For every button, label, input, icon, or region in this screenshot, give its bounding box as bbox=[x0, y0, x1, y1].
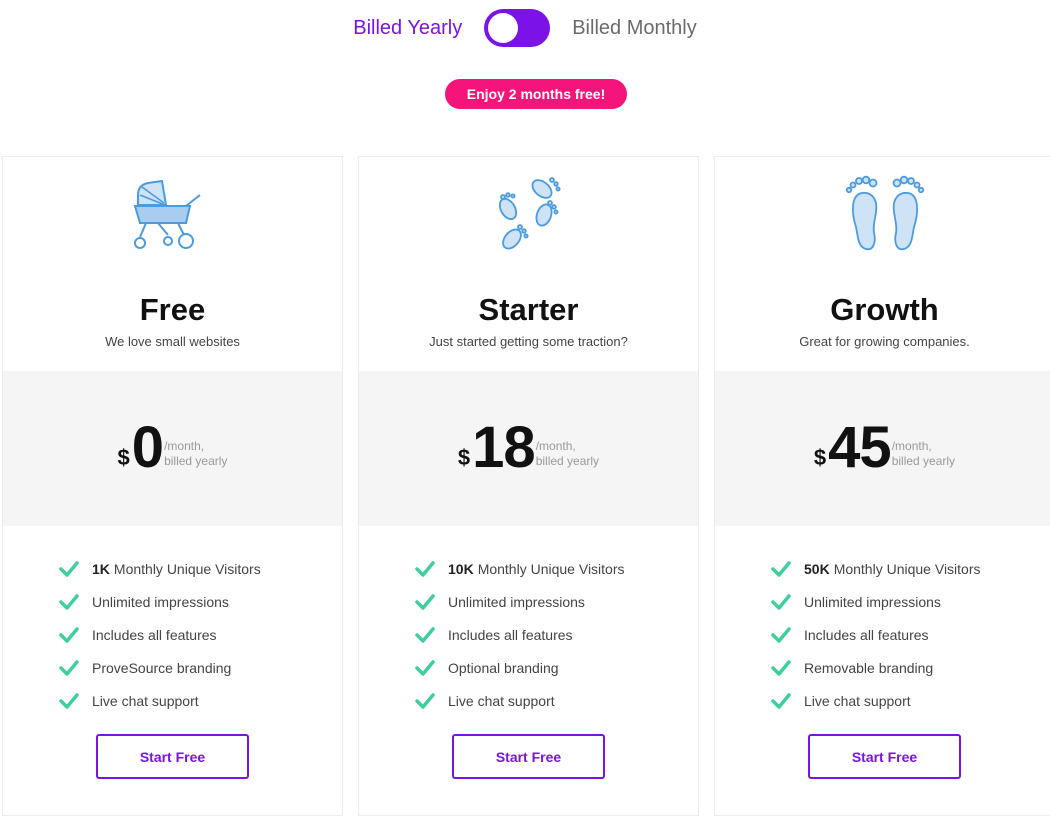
price-band: $ 45 /month, billed yearly bbox=[715, 371, 1050, 526]
start-free-button[interactable]: Start Free bbox=[808, 734, 961, 779]
visitors-count: 50K bbox=[804, 560, 830, 577]
price-amount: 0 bbox=[131, 415, 164, 480]
feature-item: Unlimited impressions bbox=[59, 585, 261, 618]
promo-badge: Enjoy 2 months free! bbox=[445, 79, 627, 109]
checkmark-icon bbox=[415, 626, 435, 643]
feature-item: Unlimited impressions bbox=[771, 585, 981, 618]
feature-label: Includes all features bbox=[92, 626, 217, 643]
checkmark-icon bbox=[771, 626, 791, 643]
price-amount: 18 bbox=[472, 415, 536, 480]
plan-card-growth: Growth Great for growing companies. $ 45… bbox=[714, 156, 1050, 816]
period-line-2: billed yearly bbox=[891, 454, 956, 468]
feature-item: 10K Monthly Unique Visitors bbox=[415, 552, 625, 585]
checkmark-icon bbox=[59, 593, 79, 610]
plan-card-free: Free We love small websites $ 0 /month, … bbox=[2, 156, 343, 816]
feature-item: ProveSource branding bbox=[59, 651, 261, 684]
checkmark-icon bbox=[415, 593, 435, 610]
feature-item: Includes all features bbox=[415, 618, 625, 651]
price-period: /month, billed yearly bbox=[536, 439, 599, 469]
feature-label: Live chat support bbox=[92, 692, 199, 709]
checkmark-icon bbox=[415, 659, 435, 676]
currency-symbol: $ bbox=[457, 445, 471, 470]
visitors-label: Monthly Unique Visitors bbox=[833, 560, 981, 577]
feature-label: ProveSource branding bbox=[92, 659, 232, 676]
price-amount: 45 bbox=[828, 415, 892, 480]
price: $ 45 /month, billed yearly bbox=[715, 419, 1050, 477]
checkmark-icon bbox=[771, 692, 791, 709]
plan-tagline: We love small websites bbox=[105, 334, 240, 349]
billing-period-toggle[interactable] bbox=[484, 9, 551, 47]
feature-item: Live chat support bbox=[771, 684, 981, 717]
feature-item: Includes all features bbox=[771, 618, 981, 651]
currency-symbol: $ bbox=[117, 445, 130, 470]
feature-list: 50K Monthly Unique Visitors Unlimited im… bbox=[771, 552, 981, 717]
plan-tagline: Great for growing companies. bbox=[799, 334, 970, 349]
feet-icon bbox=[715, 175, 1050, 260]
plan-name: Starter bbox=[478, 292, 579, 327]
feature-label: Unlimited impressions bbox=[92, 593, 229, 610]
checkmark-icon bbox=[415, 692, 435, 709]
checkmark-icon bbox=[771, 659, 791, 676]
feature-item: 1K Monthly Unique Visitors bbox=[59, 552, 261, 585]
feature-label: Includes all features bbox=[804, 626, 929, 643]
plan-name: Free bbox=[139, 292, 206, 327]
price: $ 0 /month, billed yearly bbox=[3, 419, 342, 477]
feature-item: Unlimited impressions bbox=[415, 585, 625, 618]
checkmark-icon bbox=[59, 626, 79, 643]
toggle-knob[interactable] bbox=[488, 13, 519, 43]
price-period: /month, billed yearly bbox=[892, 439, 955, 469]
start-free-button[interactable]: Start Free bbox=[452, 734, 605, 779]
period-line-1: /month, bbox=[891, 439, 932, 453]
feature-item: Live chat support bbox=[415, 684, 625, 717]
price-band: $ 18 /month, billed yearly bbox=[359, 371, 698, 526]
baby-stroller-icon bbox=[3, 175, 342, 260]
currency-symbol: $ bbox=[813, 445, 827, 470]
checkmark-icon bbox=[59, 659, 79, 676]
feature-label: Removable branding bbox=[804, 659, 934, 676]
price-band: $ 0 /month, billed yearly bbox=[3, 371, 342, 526]
feature-label: Includes all features bbox=[448, 626, 573, 643]
feature-label: Live chat support bbox=[804, 692, 911, 709]
feature-list: 1K Monthly Unique Visitors Unlimited imp… bbox=[59, 552, 261, 717]
period-line-2: billed yearly bbox=[535, 454, 600, 468]
footprints-icon bbox=[359, 175, 698, 260]
visitors-label: Monthly Unique Visitors bbox=[477, 560, 625, 577]
start-free-button[interactable]: Start Free bbox=[96, 734, 249, 779]
billed-monthly-label[interactable]: Billed Monthly bbox=[572, 17, 697, 40]
feature-item: Optional branding bbox=[415, 651, 625, 684]
visitors-count: 1K bbox=[92, 560, 110, 577]
checkmark-icon bbox=[59, 560, 79, 577]
period-line-1: /month, bbox=[164, 439, 205, 453]
feature-list: 10K Monthly Unique Visitors Unlimited im… bbox=[415, 552, 625, 717]
visitors-label: Monthly Unique Visitors bbox=[113, 560, 261, 577]
feature-item: Includes all features bbox=[59, 618, 261, 651]
billing-toggle-row: Billed Yearly Billed Monthly bbox=[0, 8, 1050, 48]
period-line-1: /month, bbox=[535, 439, 576, 453]
plan-tagline: Just started getting some traction? bbox=[429, 334, 628, 349]
plan-card-starter: Starter Just started getting some tracti… bbox=[358, 156, 699, 816]
feature-label: Unlimited impressions bbox=[448, 593, 585, 610]
feature-item: Removable branding bbox=[771, 651, 981, 684]
price-period: /month, billed yearly bbox=[164, 439, 227, 469]
checkmark-icon bbox=[771, 560, 791, 577]
feature-label: Live chat support bbox=[448, 692, 555, 709]
price: $ 18 /month, billed yearly bbox=[359, 419, 698, 477]
checkmark-icon bbox=[59, 692, 79, 709]
checkmark-icon bbox=[415, 560, 435, 577]
billed-yearly-label[interactable]: Billed Yearly bbox=[353, 17, 462, 40]
period-line-2: billed yearly bbox=[164, 454, 228, 468]
feature-item: 50K Monthly Unique Visitors bbox=[771, 552, 981, 585]
checkmark-icon bbox=[771, 593, 791, 610]
feature-item: Live chat support bbox=[59, 684, 261, 717]
feature-label: Unlimited impressions bbox=[804, 593, 941, 610]
plan-name: Growth bbox=[830, 292, 939, 327]
visitors-count: 10K bbox=[448, 560, 474, 577]
feature-label: Optional branding bbox=[448, 659, 559, 676]
